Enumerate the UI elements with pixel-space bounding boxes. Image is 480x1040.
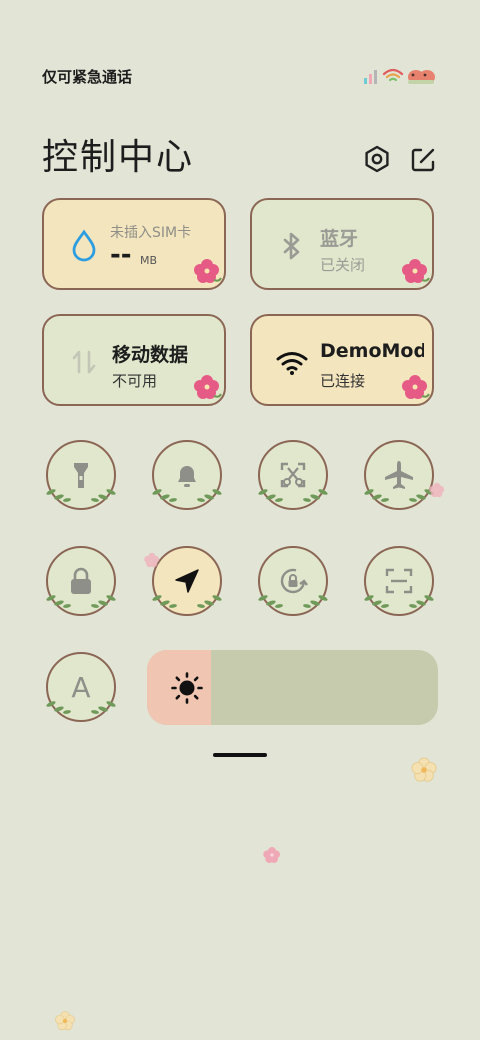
flower-decoration-icon	[194, 259, 222, 283]
leaf-decoration-icon	[46, 701, 116, 714]
home-indicator[interactable]	[213, 753, 267, 757]
leaf-decoration-icon	[152, 595, 222, 608]
edit-button[interactable]	[406, 142, 440, 176]
settings-button[interactable]	[360, 142, 394, 176]
leaf-decoration-icon	[364, 489, 434, 502]
wifi-status: 已连接	[320, 372, 366, 390]
page-title: 控制中心	[42, 137, 195, 178]
leaf-decoration-icon	[364, 595, 434, 608]
wifi-network-name: DemoMod	[320, 340, 424, 362]
bluetooth-tile[interactable]: 蓝牙 已关闭	[250, 198, 434, 290]
flower-decoration-icon	[144, 552, 160, 568]
brightness-slider[interactable]	[147, 650, 438, 725]
leaf-decoration-icon	[46, 595, 116, 608]
data-usage-tile[interactable]: 未插入SIM卡 -- MB	[42, 198, 226, 290]
flower-decoration-icon	[194, 375, 222, 399]
mobile-data-tile[interactable]: 移动数据 不可用	[42, 314, 226, 406]
leaf-decoration-icon	[258, 595, 328, 608]
carrier-status: 仅可紧急通话	[42, 68, 133, 86]
data-value: --	[110, 240, 132, 270]
leaf-decoration-icon	[258, 489, 328, 502]
bluetooth-icon	[283, 232, 300, 260]
flower-decoration-icon	[402, 259, 430, 283]
bluetooth-title: 蓝牙	[320, 228, 359, 250]
flower-decoration-icon	[263, 847, 280, 863]
mobile-data-icon	[72, 350, 96, 374]
edit-icon	[411, 148, 435, 172]
leaf-decoration-icon	[152, 489, 222, 502]
wifi-status-icon	[382, 68, 404, 82]
sun-icon	[171, 672, 203, 704]
data-unit: MB	[140, 254, 158, 267]
mobile-data-status: 不可用	[112, 372, 158, 390]
bluetooth-status: 已关闭	[320, 256, 366, 274]
mobile-data-title: 移动数据	[112, 344, 189, 366]
sim-label: 未插入SIM卡	[110, 225, 192, 241]
wifi-icon	[276, 352, 308, 375]
water-drop-icon	[72, 229, 96, 262]
battery-icon	[408, 70, 435, 84]
status-icons	[362, 66, 438, 86]
leaf-decoration-icon	[46, 489, 116, 502]
flower-decoration-icon	[402, 375, 430, 399]
flower-decoration-icon	[411, 757, 437, 782]
flower-decoration-icon	[55, 1011, 75, 1031]
flower-decoration-icon	[429, 482, 445, 498]
signal-icon	[364, 70, 377, 84]
gear-icon	[365, 145, 389, 173]
wifi-tile[interactable]: DemoMod 已连接	[250, 314, 434, 406]
